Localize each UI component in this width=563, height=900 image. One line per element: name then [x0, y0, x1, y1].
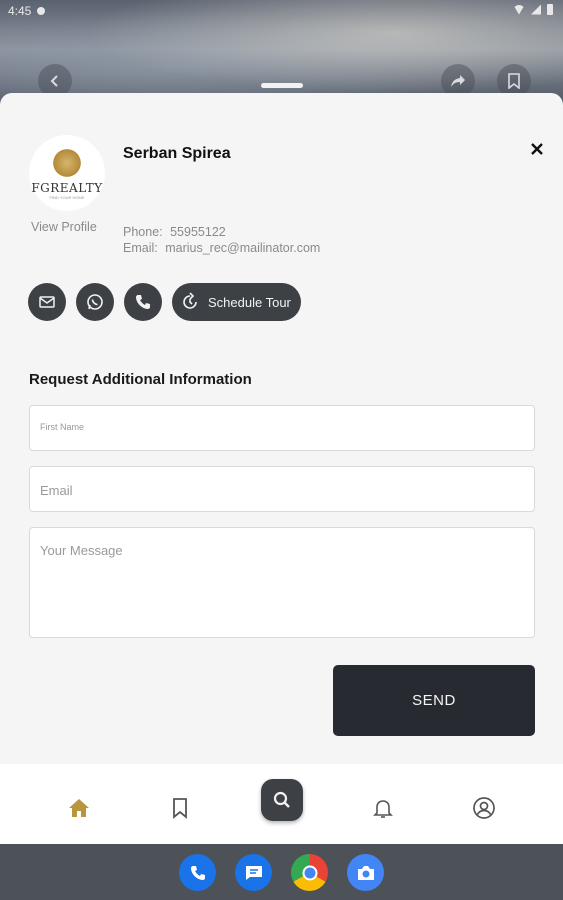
email-row: Email: marius_rec@mailinator.com: [123, 240, 320, 256]
wifi-icon: [513, 4, 525, 15]
email-label: Email:: [123, 241, 158, 255]
status-indicators: [513, 4, 553, 15]
schedule-tour-label: Schedule Tour: [208, 294, 291, 310]
chrome-app-icon: [302, 865, 317, 880]
phone-label: Phone:: [123, 225, 163, 239]
whatsapp-icon: [87, 294, 103, 310]
agent-contact-info: Phone: 55955122 Email: marius_rec@mailin…: [123, 224, 320, 256]
email-button[interactable]: [28, 283, 66, 321]
agent-contact-sheet: FGREALTY FIND YOUR HOME Serban Spirea Vi…: [0, 93, 563, 768]
system-dock: [0, 844, 563, 900]
sheet-drag-handle[interactable]: [261, 83, 303, 88]
first-name-placeholder: First Name: [40, 422, 85, 432]
view-profile-link[interactable]: View Profile: [31, 220, 97, 234]
messages-app[interactable]: [235, 854, 272, 891]
phone-value[interactable]: 55955122: [170, 225, 226, 239]
signal-icon: [531, 4, 541, 15]
first-name-input[interactable]: First Name: [29, 405, 535, 451]
email-value[interactable]: marius_rec@mailinator.com: [165, 241, 320, 255]
logo-emblem-icon: [51, 146, 83, 179]
nav-notifications[interactable]: [369, 794, 397, 822]
close-icon: [531, 143, 543, 155]
agency-logo: FGREALTY FIND YOUR HOME: [29, 135, 105, 211]
logo-subtext: FIND YOUR HOME: [49, 194, 85, 200]
home-icon: [69, 799, 89, 817]
call-button[interactable]: [124, 283, 162, 321]
bottom-navigation: [0, 764, 563, 844]
agent-name: Serban Spirea: [123, 145, 231, 162]
chrome-app[interactable]: [291, 854, 328, 891]
messages-app-icon: [245, 865, 262, 880]
profile-icon: [473, 797, 495, 819]
mail-icon: [39, 296, 55, 308]
camera-app[interactable]: [347, 854, 384, 891]
nav-profile[interactable]: [470, 794, 498, 822]
logo-text: FGREALTY: [31, 180, 103, 195]
email-placeholder: Email: [40, 483, 73, 498]
send-button[interactable]: SEND: [333, 665, 535, 736]
schedule-icon: [183, 292, 197, 309]
phone-app-icon: [190, 865, 205, 880]
request-info-title: Request Additional Information: [29, 371, 252, 388]
phone-app[interactable]: [179, 854, 216, 891]
battery-icon: [547, 4, 553, 15]
camera-app-icon: [357, 865, 374, 880]
share-icon: [451, 75, 465, 87]
schedule-tour-button[interactable]: Schedule Tour: [172, 283, 301, 321]
search-icon: [273, 791, 290, 808]
bookmark-icon: [508, 73, 520, 89]
chevron-left-icon: [50, 75, 58, 87]
bell-icon: [373, 800, 393, 818]
whatsapp-button[interactable]: [76, 283, 114, 321]
phone-row: Phone: 55955122: [123, 224, 320, 240]
bookmark-icon: [173, 798, 187, 819]
message-placeholder: Your Message: [40, 543, 123, 558]
message-textarea[interactable]: Your Message: [29, 527, 535, 638]
close-button[interactable]: [527, 139, 547, 159]
notification-icon: [37, 7, 46, 15]
status-time: 4:45: [8, 4, 32, 18]
status-bar: 4:45: [8, 4, 46, 18]
phone-icon: [136, 295, 150, 309]
contact-actions: Schedule Tour: [28, 283, 301, 321]
nav-search[interactable]: [261, 779, 303, 821]
nav-home[interactable]: [65, 794, 93, 822]
nav-saved[interactable]: [166, 794, 194, 822]
email-input[interactable]: Email: [29, 466, 535, 512]
